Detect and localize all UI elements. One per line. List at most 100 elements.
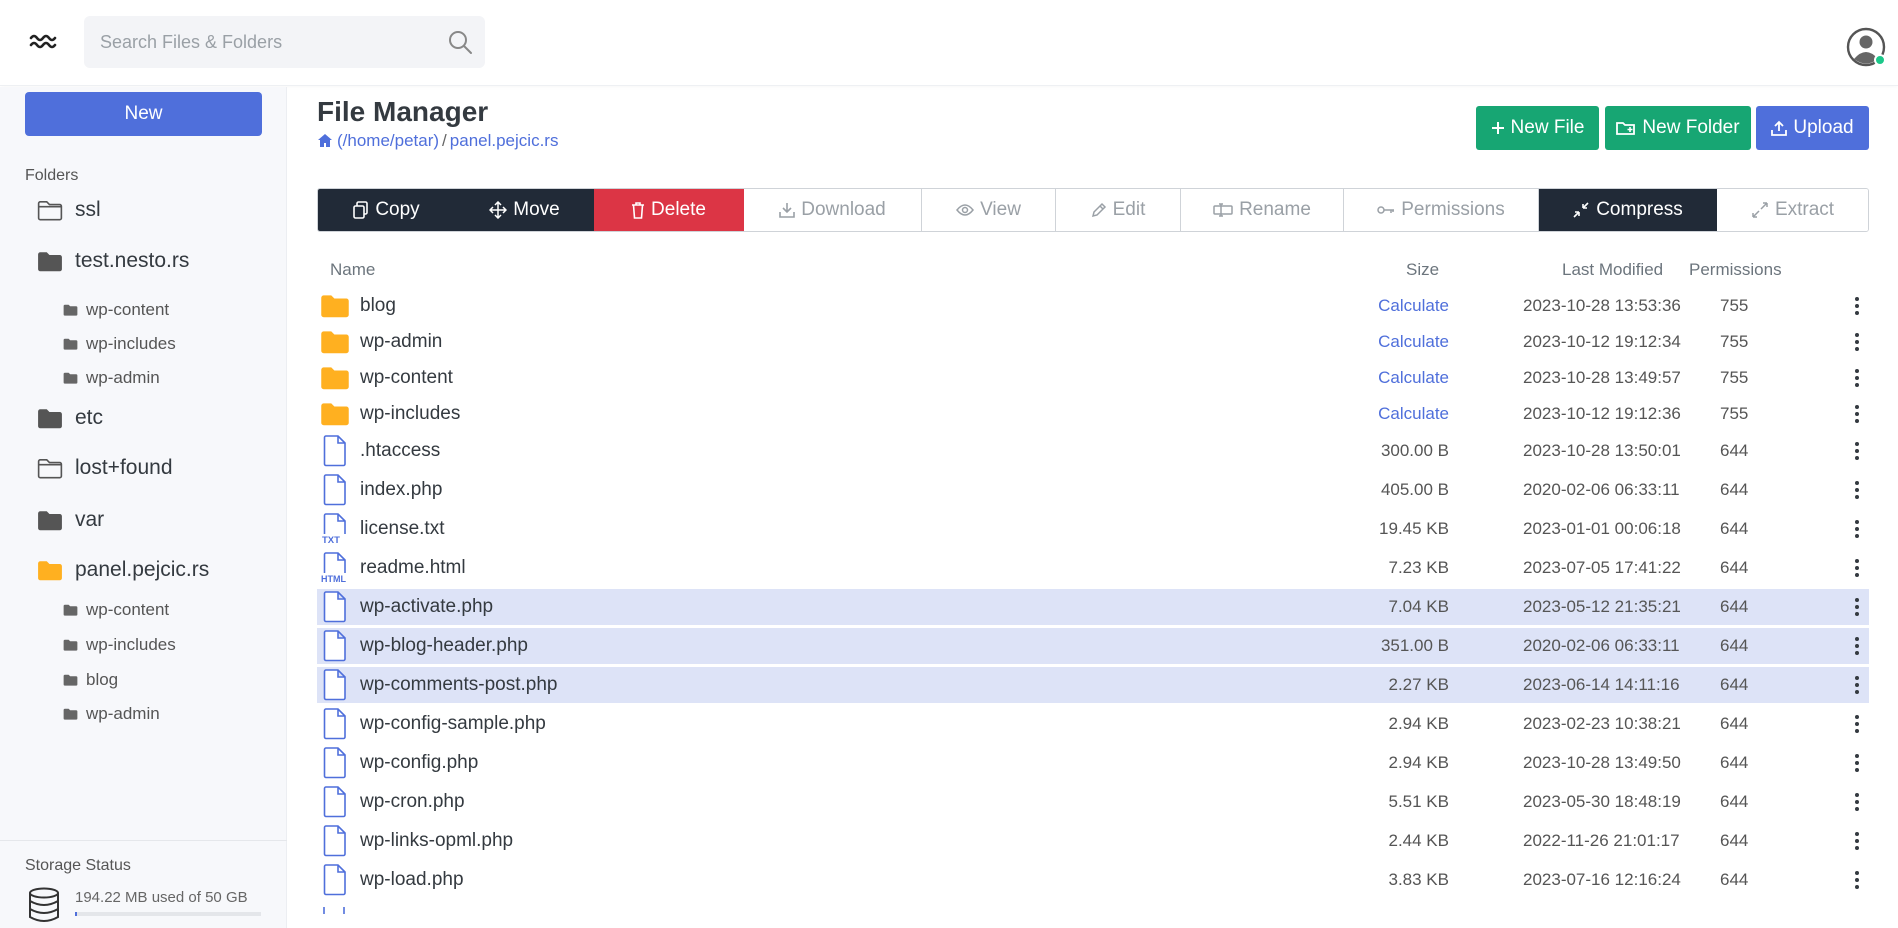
sidebar-folder-test-nesto-rs[interactable]: test.nesto.rs xyxy=(37,245,189,277)
rename-button[interactable]: Rename xyxy=(1181,189,1344,231)
kebab-menu-icon[interactable] xyxy=(1845,667,1869,703)
upload-button[interactable]: Upload xyxy=(1756,106,1869,150)
sidebar-folder-wp-admin[interactable]: wp-admin xyxy=(63,366,160,390)
calculate-size-link[interactable]: Calculate xyxy=(1378,397,1449,431)
file-name[interactable]: wp-admin xyxy=(360,325,442,359)
file-row[interactable]: wp-admin Calculate 2023-10-12 19:12:34 755 xyxy=(317,325,1869,359)
kebab-menu-icon[interactable] xyxy=(1845,862,1869,898)
kebab-menu-icon[interactable] xyxy=(1845,472,1869,508)
home-icon[interactable] xyxy=(317,133,333,149)
file-row[interactable]: blog Calculate 2023-10-28 13:53:36 755 xyxy=(317,289,1869,323)
kebab-menu-icon[interactable] xyxy=(1845,433,1869,469)
column-header-size[interactable]: Size xyxy=(1406,260,1439,280)
kebab-menu-icon[interactable] xyxy=(1845,325,1869,359)
sidebar-folder-wp-content[interactable]: wp-content xyxy=(63,598,169,622)
kebab-menu-icon[interactable] xyxy=(1845,361,1869,395)
file-row[interactable]: wp-activate.php 7.04 KB 2023-05-12 21:35:2… xyxy=(317,589,1869,625)
kebab-menu-icon[interactable] xyxy=(1845,289,1869,323)
file-permissions: 644 xyxy=(1720,675,1749,694)
file-row[interactable]: wp-config.php 2.94 KB 2023-10-28 13:49:50 6… xyxy=(317,745,1869,781)
sidebar-folder-label: ssl xyxy=(75,198,101,221)
search-input[interactable] xyxy=(100,16,430,68)
new-file-button[interactable]: New File xyxy=(1476,106,1599,150)
file-row[interactable]: HTML readme.html 7.23 KB 2023-07-05 17:41:2… xyxy=(317,550,1869,586)
logo-waves-icon[interactable] xyxy=(28,30,58,54)
sidebar-folder-wp-admin[interactable]: wp-admin xyxy=(63,702,160,726)
file-name[interactable]: wp-content xyxy=(360,361,453,395)
file-row[interactable]: .htaccess 300.00 B 2023-10-28 13:50:01 644 xyxy=(317,433,1869,469)
new-button[interactable]: New xyxy=(25,92,262,136)
column-header-modified[interactable]: Last Modified xyxy=(1562,260,1663,280)
view-button[interactable]: View xyxy=(922,189,1056,231)
file-name[interactable]: .htaccess xyxy=(360,433,440,469)
permissions-button[interactable]: Permissions xyxy=(1344,189,1539,231)
file-name[interactable]: wp-comments-post.php xyxy=(360,667,557,703)
user-avatar-icon[interactable] xyxy=(1846,27,1888,69)
file-modified: 2023-01-01 00:06:18 xyxy=(1523,519,1681,538)
folder-icon xyxy=(319,397,351,431)
search-icon[interactable] xyxy=(447,29,473,55)
file-list-overflow xyxy=(317,904,1869,914)
file-name[interactable]: wp-load.php xyxy=(360,862,464,898)
file-row[interactable]: wp-links-opml.php 2.44 KB 2022-11-26 21:01… xyxy=(317,823,1869,859)
move-button[interactable]: Move xyxy=(456,189,594,231)
file-permissions: 644 xyxy=(1720,441,1749,460)
sidebar-folder-lost-found[interactable]: lost+found xyxy=(37,452,173,484)
kebab-menu-icon[interactable] xyxy=(1845,823,1869,859)
breadcrumb-current[interactable]: panel.pejcic.rs xyxy=(450,131,559,151)
file-name[interactable]: readme.html xyxy=(360,550,466,586)
calculate-size-link[interactable]: Calculate xyxy=(1378,325,1449,359)
kebab-menu-icon[interactable] xyxy=(1845,550,1869,586)
file-row[interactable]: wp-cron.php 5.51 KB 2023-05-30 18:48:19 644 xyxy=(317,784,1869,820)
kebab-menu-icon[interactable] xyxy=(1845,628,1869,664)
file-row[interactable]: wp-content Calculate 2023-10-28 13:49:57 75… xyxy=(317,361,1869,395)
download-button[interactable]: Download xyxy=(744,189,922,231)
sidebar-folder-panel-pejcic-rs[interactable]: panel.pejcic.rs xyxy=(37,554,209,586)
kebab-menu-icon[interactable] xyxy=(1845,745,1869,781)
file-row[interactable]: wp-comments-post.php 2.27 KB 2023-06-14 14… xyxy=(317,667,1869,703)
file-row[interactable]: index.php 405.00 B 2020-02-06 06:33:11 644 xyxy=(317,472,1869,508)
kebab-menu-icon[interactable] xyxy=(1845,706,1869,742)
file-name[interactable]: wp-includes xyxy=(360,397,460,431)
expand-icon xyxy=(1751,201,1769,219)
delete-button[interactable]: Delete xyxy=(594,189,744,231)
file-row[interactable]: TXT license.txt 19.45 KB 2023-01-01 00:06:1… xyxy=(317,511,1869,547)
kebab-menu-icon[interactable] xyxy=(1845,784,1869,820)
extract-button[interactable]: Extract xyxy=(1717,189,1868,231)
file-row[interactable]: wp-config-sample.php 2.94 KB 2023-02-23 10… xyxy=(317,706,1869,742)
new-folder-button[interactable]: New Folder xyxy=(1605,106,1751,150)
copy-button[interactable]: Copy xyxy=(318,189,456,231)
breadcrumb-home[interactable]: (/home/petar) xyxy=(337,131,439,151)
sidebar-folder-wp-content[interactable]: wp-content xyxy=(63,298,169,322)
file-name[interactable]: blog xyxy=(360,289,396,323)
calculate-size-link[interactable]: Calculate xyxy=(1378,361,1449,395)
sidebar-folder-ssl[interactable]: ssl xyxy=(37,194,101,226)
rename-label: Rename xyxy=(1239,199,1311,220)
kebab-menu-icon[interactable] xyxy=(1845,511,1869,547)
file-name[interactable]: wp-config-sample.php xyxy=(360,706,546,742)
trash-icon xyxy=(631,201,645,219)
compress-button[interactable]: Compress xyxy=(1539,189,1717,231)
file-name[interactable]: index.php xyxy=(360,472,442,508)
sidebar-folder-blog[interactable]: blog xyxy=(63,668,118,692)
file-name[interactable]: wp-links-opml.php xyxy=(360,823,513,859)
kebab-menu-icon[interactable] xyxy=(1845,397,1869,431)
edit-button[interactable]: Edit xyxy=(1056,189,1181,231)
file-name[interactable]: wp-blog-header.php xyxy=(360,628,528,664)
file-row[interactable]: wp-load.php 3.83 KB 2023-07-16 12:16:24 644 xyxy=(317,862,1869,898)
kebab-menu-icon[interactable] xyxy=(1845,589,1869,625)
column-header-name[interactable]: Name xyxy=(330,260,375,280)
file-row[interactable]: wp-blog-header.php 351.00 B 2020-02-06 06:… xyxy=(317,628,1869,664)
sidebar-folder-var[interactable]: var xyxy=(37,504,104,536)
column-header-permissions[interactable]: Permissions xyxy=(1689,260,1782,280)
sidebar-folder-wp-includes[interactable]: wp-includes xyxy=(63,633,176,657)
file-name[interactable]: license.txt xyxy=(360,511,444,547)
file-row[interactable]: wp-includes Calculate 2023-10-12 19:12:36 7… xyxy=(317,397,1869,431)
file-name[interactable]: wp-cron.php xyxy=(360,784,465,820)
file-name[interactable]: wp-activate.php xyxy=(360,589,493,625)
file-name[interactable]: wp-config.php xyxy=(360,745,478,781)
sidebar-folder-wp-includes[interactable]: wp-includes xyxy=(63,332,176,356)
file-action-toolbar: Copy Move Delete Download View Edit Rena… xyxy=(317,188,1869,232)
calculate-size-link[interactable]: Calculate xyxy=(1378,289,1449,323)
sidebar-folder-etc[interactable]: etc xyxy=(37,402,103,434)
